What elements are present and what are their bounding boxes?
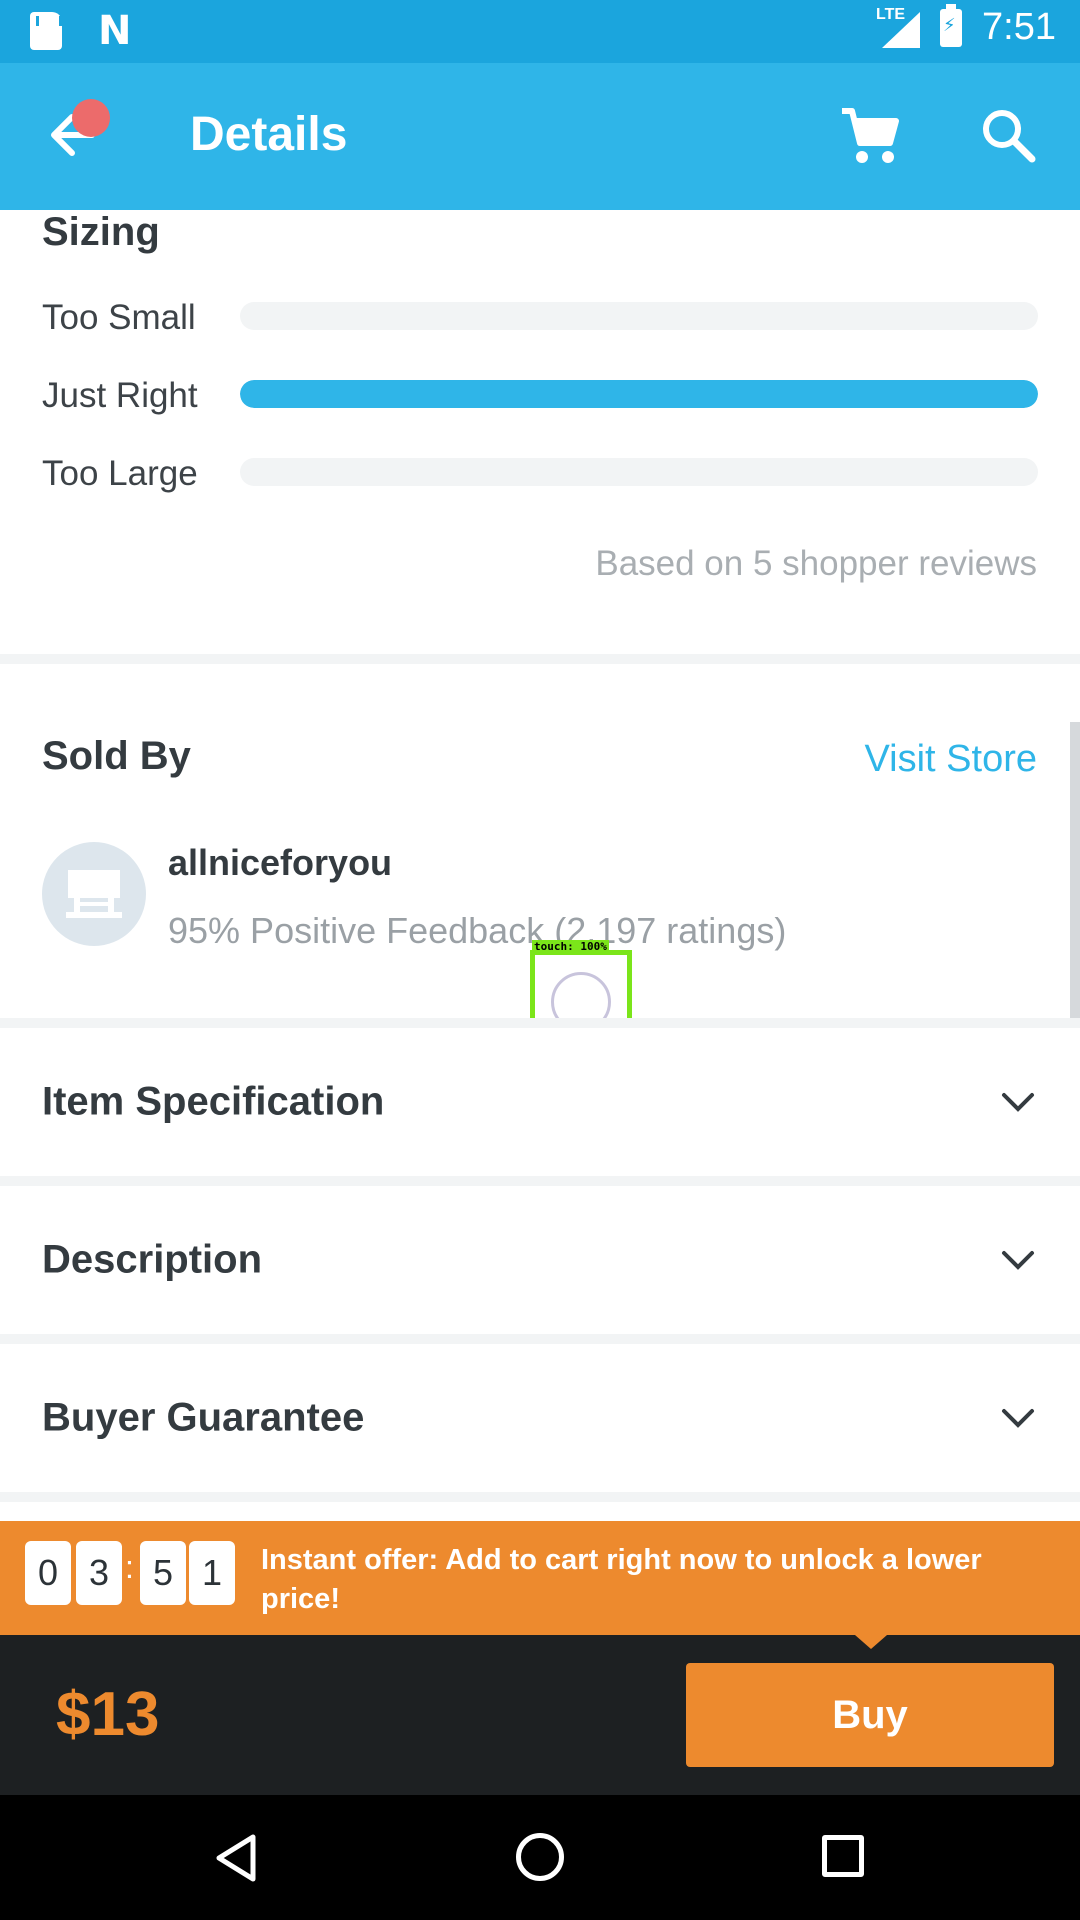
store-name[interactable]: allniceforyou [168,842,392,884]
description-row[interactable]: Description [0,1186,1080,1334]
nav-recents-icon[interactable] [822,1835,864,1877]
chevron-down-icon [1002,1409,1034,1428]
section-divider [0,1176,1080,1186]
item-specification-row[interactable]: Item Specification [0,1028,1080,1176]
chevron-down-icon [1002,1251,1034,1270]
battery-icon [940,3,963,47]
buyer-guarantee-label: Buyer Guarantee [42,1395,365,1440]
reviews-count-note: Based on 5 shopper reviews [595,544,1037,583]
size-label-too-small: Too Small [42,298,196,337]
chevron-down-icon [1002,1093,1034,1112]
app-bar: Details [0,63,1080,210]
store-feedback: 95% Positive Feedback (2,197 ratings) [168,910,787,951]
cart-icon [842,108,899,163]
nav-home-icon[interactable] [516,1833,564,1881]
search-button[interactable] [976,103,1040,167]
section-divider [0,1334,1080,1344]
sd-card-icon [30,12,62,50]
buy-bar: $13 Buy [0,1635,1080,1795]
search-icon [983,110,1036,163]
touch-indicator-label: touch: 100% [532,940,609,953]
description-label: Description [42,1237,263,1282]
nav-back-icon[interactable] [213,1833,259,1883]
section-divider [0,1492,1080,1502]
clock: 7:51 [982,6,1056,48]
signal-icon: LTE [876,6,921,48]
system-nav-bar [0,1795,1080,1920]
size-bar-fill [240,380,1038,408]
buy-button[interactable]: Buy [686,1663,1054,1767]
visit-store-link[interactable]: Visit Store [865,738,1037,781]
timer-digit: 3 [76,1541,122,1605]
timer-separator: : [125,1549,134,1585]
size-bar-too-large [240,458,1038,486]
sizing-title: Sizing [42,210,160,254]
section-divider [0,654,1080,664]
page-title: Details [190,108,348,161]
offer-pointer [855,1635,887,1649]
status-bar: N LTE 7:51 [0,0,1080,63]
store-avatar[interactable] [42,842,146,946]
storefront-icon [66,870,122,918]
timer-digit: 1 [189,1541,235,1605]
sold-by-title: Sold By [42,734,191,778]
notification-badge [72,99,110,137]
price: $13 [56,1680,160,1749]
item-specification-label: Item Specification [42,1079,385,1124]
size-label-just-right: Just Right [42,376,198,415]
notification-n-icon: N [98,8,132,54]
section-divider [0,1018,1080,1028]
size-bar-too-small [240,302,1038,330]
timer-digit: 0 [25,1541,71,1605]
size-label-too-large: Too Large [42,454,198,493]
buyer-guarantee-row[interactable]: Buyer Guarantee [0,1344,1080,1492]
size-bar-just-right [240,380,1038,408]
cart-button[interactable] [838,103,902,167]
instant-offer-banner[interactable]: 0 3 : 5 1 Instant offer: Add to cart rig… [0,1521,1080,1635]
offer-text: Instant offer: Add to cart right now to … [261,1544,982,1615]
timer-digit: 5 [140,1541,186,1605]
